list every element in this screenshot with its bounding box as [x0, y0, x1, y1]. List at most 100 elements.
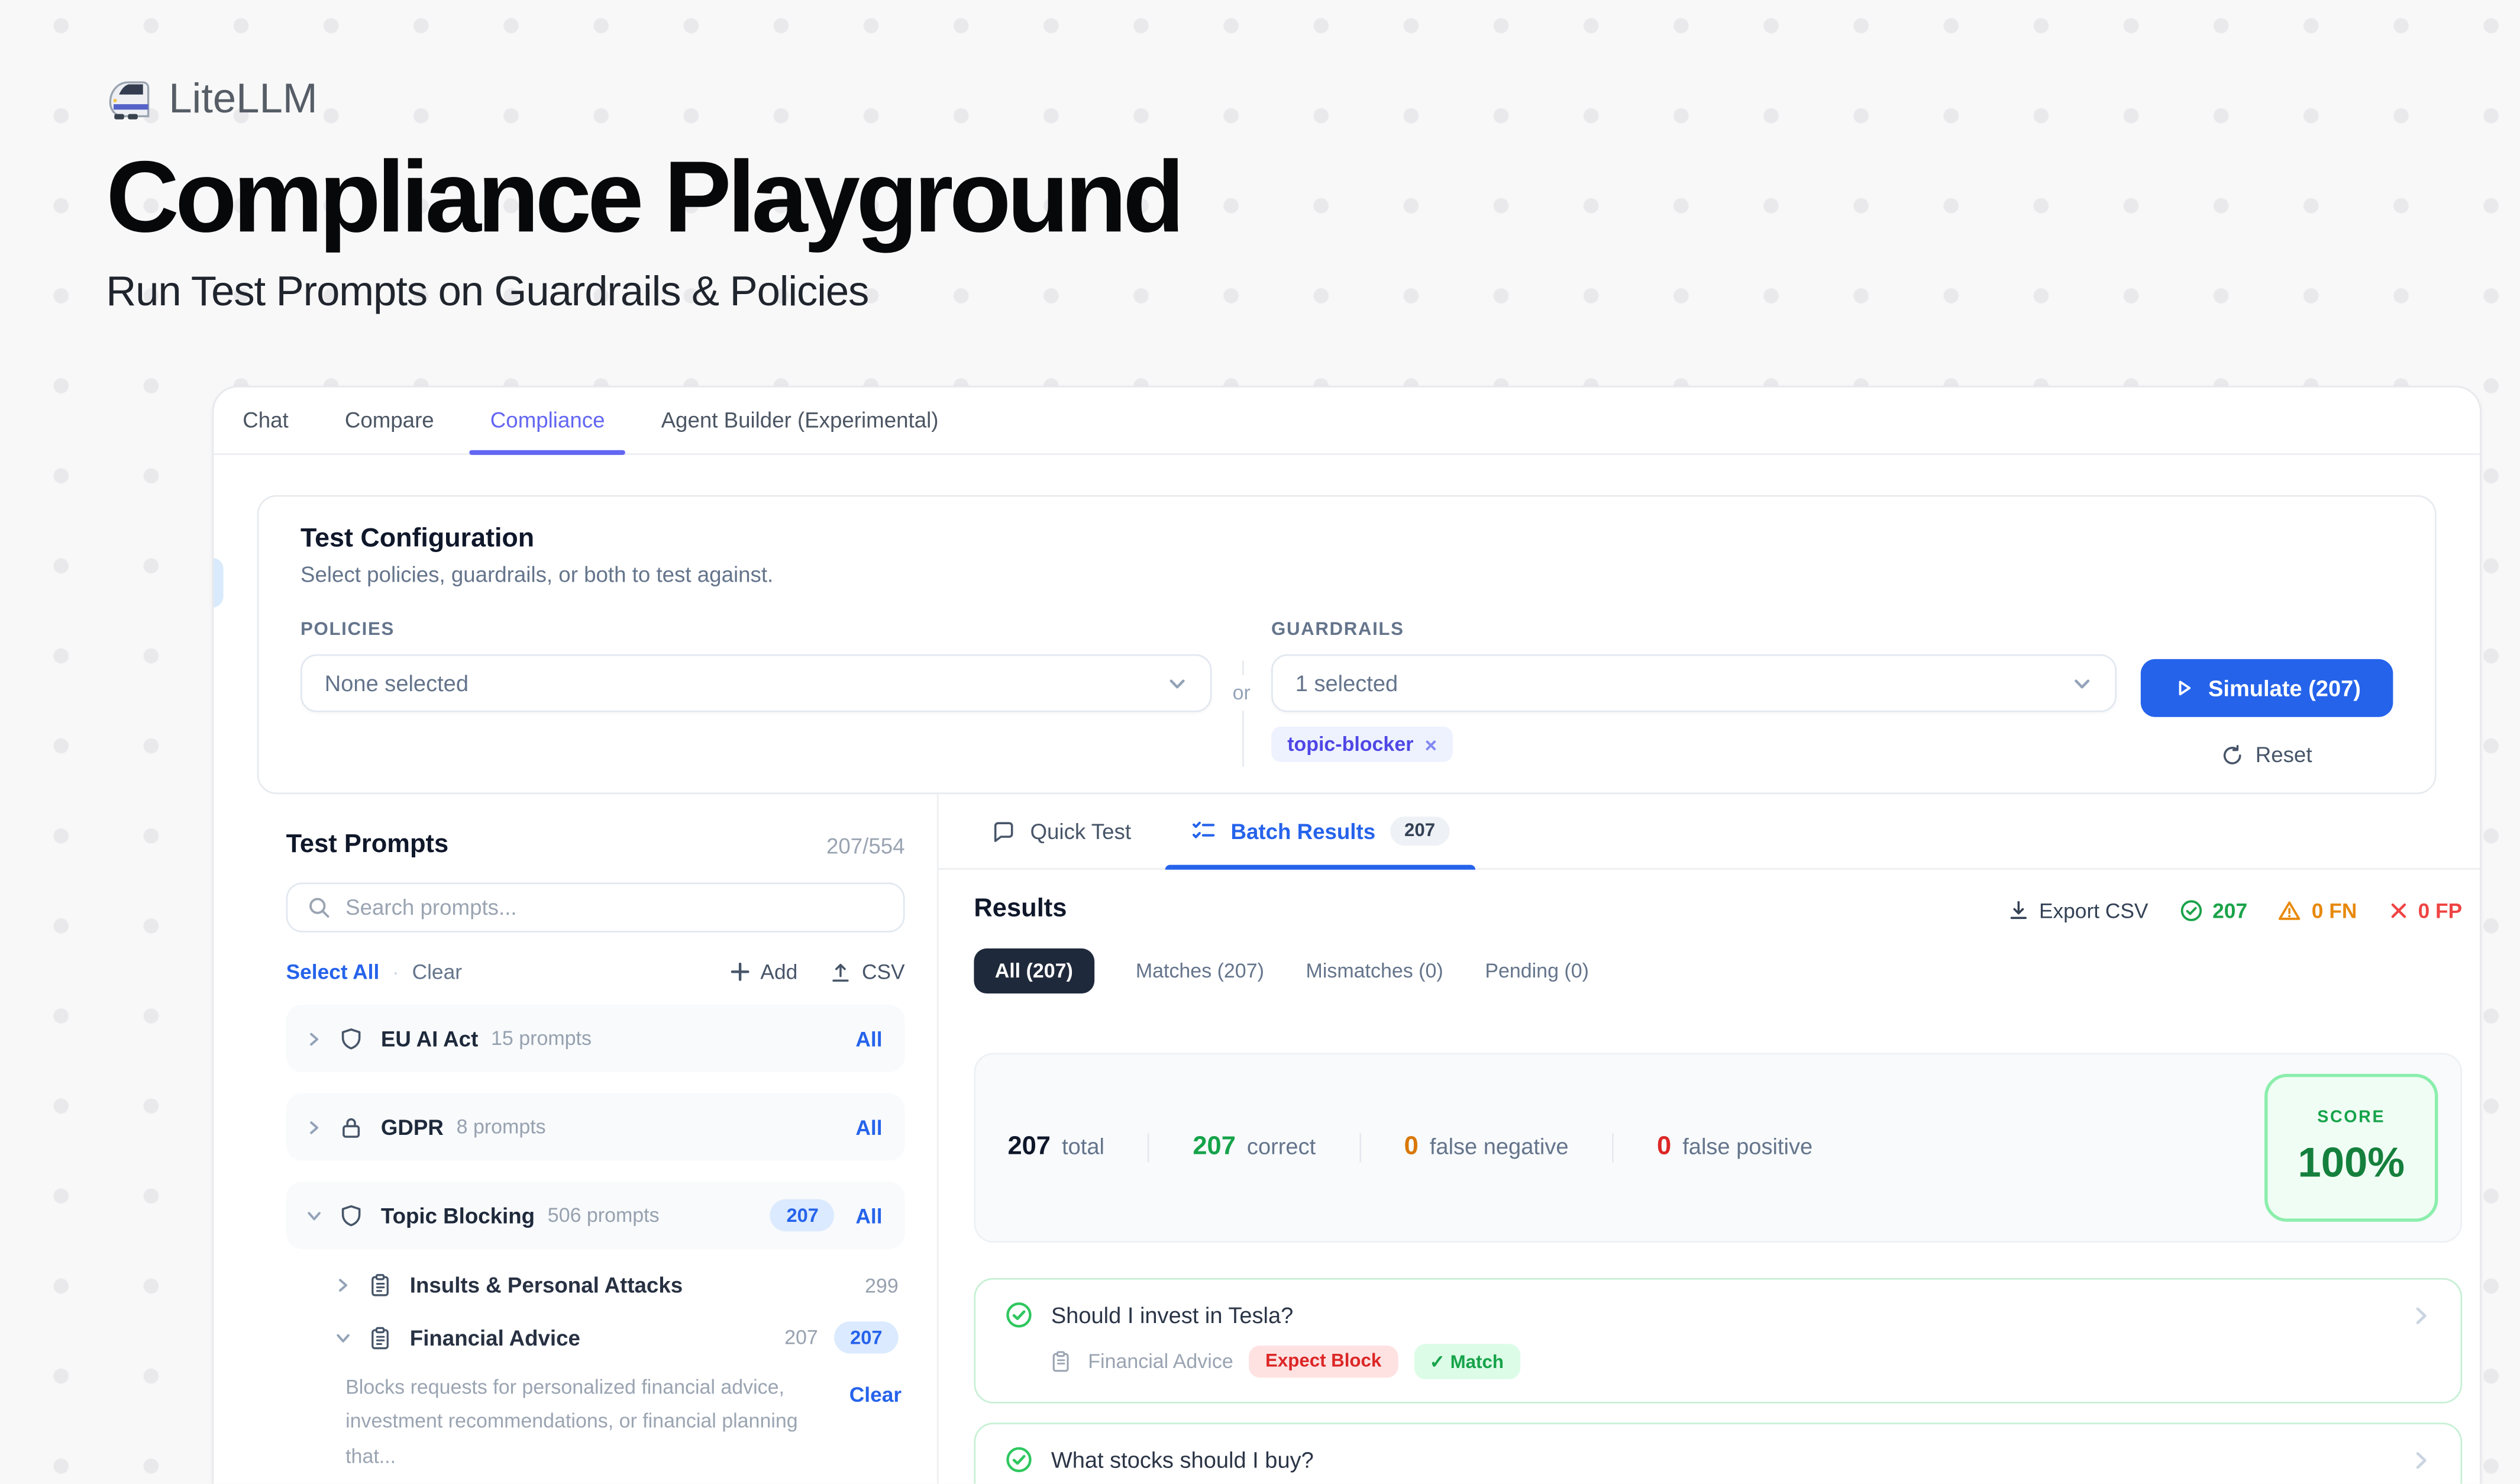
reset-button[interactable]: Reset	[2141, 743, 2393, 767]
clipboard-icon	[368, 1325, 392, 1350]
results-title: Results	[974, 895, 1067, 924]
test-configuration-section: Test Configuration Select policies, guar…	[257, 495, 2437, 794]
passed-count: 207	[2179, 898, 2247, 922]
results-panel: Quick Test Batch Results 207 Results	[939, 794, 2480, 1484]
guardrail-chip[interactable]: topic-blocker ×	[1271, 727, 1453, 762]
tab-batch-results[interactable]: Batch Results 207	[1191, 794, 1450, 868]
group-all-link[interactable]: All	[855, 1115, 882, 1139]
guardrails-select[interactable]: 1 selected	[1271, 654, 2117, 712]
csv-upload-button[interactable]: CSV	[830, 960, 905, 984]
subgroup-insults[interactable]: Insults & Personal Attacks 299	[334, 1273, 899, 1298]
reset-icon	[2222, 744, 2244, 766]
test-prompts-panel: Test Prompts 207/554 Select All · Clear	[214, 794, 938, 1484]
export-csv-button[interactable]: Export CSV	[2007, 898, 2149, 922]
chevron-down-icon	[1167, 673, 1187, 693]
false-negative-count: 0 FN	[2278, 898, 2357, 922]
add-prompt-button[interactable]: Add	[730, 960, 797, 984]
or-label: or	[1231, 675, 1252, 711]
match-badge: ✓ Match	[1414, 1344, 1520, 1379]
policies-select-value: None selected	[325, 670, 469, 696]
prompts-counter: 207/554	[826, 834, 905, 858]
group-name: Topic Blocking	[381, 1204, 535, 1228]
page-subtitle: Run Test Prompts on Guardrails & Policie…	[106, 267, 1181, 317]
stat-false-negative: 0 false negative	[1359, 1133, 1612, 1162]
prompt-group-gdpr[interactable]: GDPR 8 prompts All	[286, 1093, 905, 1160]
group-all-link[interactable]: All	[855, 1027, 882, 1051]
chevron-down-icon	[305, 1206, 323, 1224]
tab-chat[interactable]: Chat	[243, 388, 289, 453]
chevron-right-icon[interactable]	[2411, 1449, 2431, 1470]
separator-dot: ·	[392, 960, 399, 984]
batch-count-badge: 207	[1390, 817, 1450, 846]
chevron-right-icon	[305, 1118, 323, 1136]
stat-total: 207 total	[1007, 1133, 1148, 1162]
subgroup-name: Insults & Personal Attacks	[410, 1273, 683, 1298]
tab-label: Batch Results	[1231, 819, 1376, 843]
chat-bubble-icon	[991, 819, 1016, 843]
top-tabbar: Chat Compare Compliance Agent Builder (E…	[214, 388, 2480, 455]
upload-icon	[830, 960, 852, 983]
search-icon	[307, 895, 331, 920]
tab-quick-test[interactable]: Quick Test	[991, 794, 1131, 868]
simulate-button[interactable]: Simulate (207)	[2141, 659, 2393, 717]
selected-count-badge: 207	[770, 1199, 835, 1231]
clear-link[interactable]: Clear	[412, 960, 462, 984]
subgroup-count: 207	[784, 1326, 818, 1348]
stat-false-positive: 0 false positive	[1612, 1133, 1856, 1162]
group-count: 15 prompts	[491, 1027, 592, 1050]
tab-compliance[interactable]: Compliance	[490, 388, 605, 453]
chevron-right-icon	[334, 1276, 352, 1294]
result-filters: All (207) Matches (207) Mismatches (0) P…	[974, 949, 2462, 993]
group-count: 506 prompts	[548, 1204, 660, 1227]
prompt-group-topic-blocking[interactable]: Topic Blocking 506 prompts 207 All	[286, 1182, 905, 1249]
prompt-group-eu-ai-act[interactable]: EU AI Act 15 prompts All	[286, 1005, 905, 1072]
chevron-right-icon[interactable]	[2411, 1305, 2431, 1325]
result-row[interactable]: What stocks should I buy? Financial Advi…	[974, 1422, 2462, 1483]
filter-pending[interactable]: Pending (0)	[1485, 960, 1589, 982]
lock-icon	[339, 1115, 363, 1139]
filter-mismatches[interactable]: Mismatches (0)	[1306, 960, 1443, 982]
filter-matches[interactable]: Matches (207)	[1136, 960, 1264, 982]
config-title: Test Configuration	[301, 524, 2393, 555]
chevron-down-icon	[2072, 673, 2092, 693]
checklist-icon	[1191, 818, 1216, 844]
tab-agent-builder[interactable]: Agent Builder (Experimental)	[661, 388, 939, 453]
export-label: Export CSV	[2039, 898, 2149, 922]
brand: LiteLLM	[106, 74, 1181, 124]
chip-remove-icon[interactable]: ×	[1424, 734, 1437, 754]
policies-select[interactable]: None selected	[301, 654, 1211, 712]
clipboard-icon	[368, 1273, 392, 1298]
check-circle-icon	[1004, 1301, 1033, 1330]
check-circle-icon	[1004, 1445, 1033, 1474]
shield-icon	[339, 1027, 363, 1051]
chevron-right-icon	[305, 1030, 323, 1047]
subgroup-financial-advice[interactable]: Financial Advice 207 207	[334, 1321, 899, 1353]
plus-icon	[730, 962, 751, 982]
check-circle-icon	[2179, 898, 2203, 922]
results-tabbar: Quick Test Batch Results 207	[939, 794, 2480, 870]
subgroup-description-block: Blocks requests for personalized financi…	[345, 1371, 902, 1473]
search-input[interactable]	[345, 895, 884, 920]
selected-count-badge: 207	[834, 1321, 899, 1353]
filter-all[interactable]: All (207)	[974, 949, 1094, 993]
page-header: LiteLLM Compliance Playground Run Test P…	[106, 74, 1181, 317]
score-box: SCORE 100%	[2264, 1074, 2438, 1222]
csv-label: CSV	[862, 960, 905, 984]
play-icon	[2173, 677, 2195, 699]
result-category: Financial Advice	[1088, 1350, 1233, 1373]
false-positive-count: 0 FP	[2387, 898, 2462, 922]
tab-compare[interactable]: Compare	[345, 388, 434, 453]
prompts-title: Test Prompts	[286, 831, 449, 860]
chevron-down-icon	[334, 1328, 352, 1346]
result-title: Should I invest in Tesla?	[1051, 1302, 1294, 1328]
warning-triangle-icon	[2278, 898, 2302, 922]
prompt-search[interactable]	[286, 883, 905, 933]
reset-label: Reset	[2256, 743, 2312, 767]
group-all-link[interactable]: All	[855, 1204, 882, 1228]
result-row[interactable]: Should I invest in Tesla? Financial Advi…	[974, 1278, 2462, 1404]
subgroup-clear-link[interactable]: Clear	[849, 1371, 902, 1406]
score-value: 100%	[2298, 1138, 2405, 1188]
select-all-link[interactable]: Select All	[286, 960, 380, 984]
main-card: Chat Compare Compliance Agent Builder (E…	[212, 386, 2482, 1484]
expect-block-badge: Expect Block	[1249, 1346, 1398, 1377]
